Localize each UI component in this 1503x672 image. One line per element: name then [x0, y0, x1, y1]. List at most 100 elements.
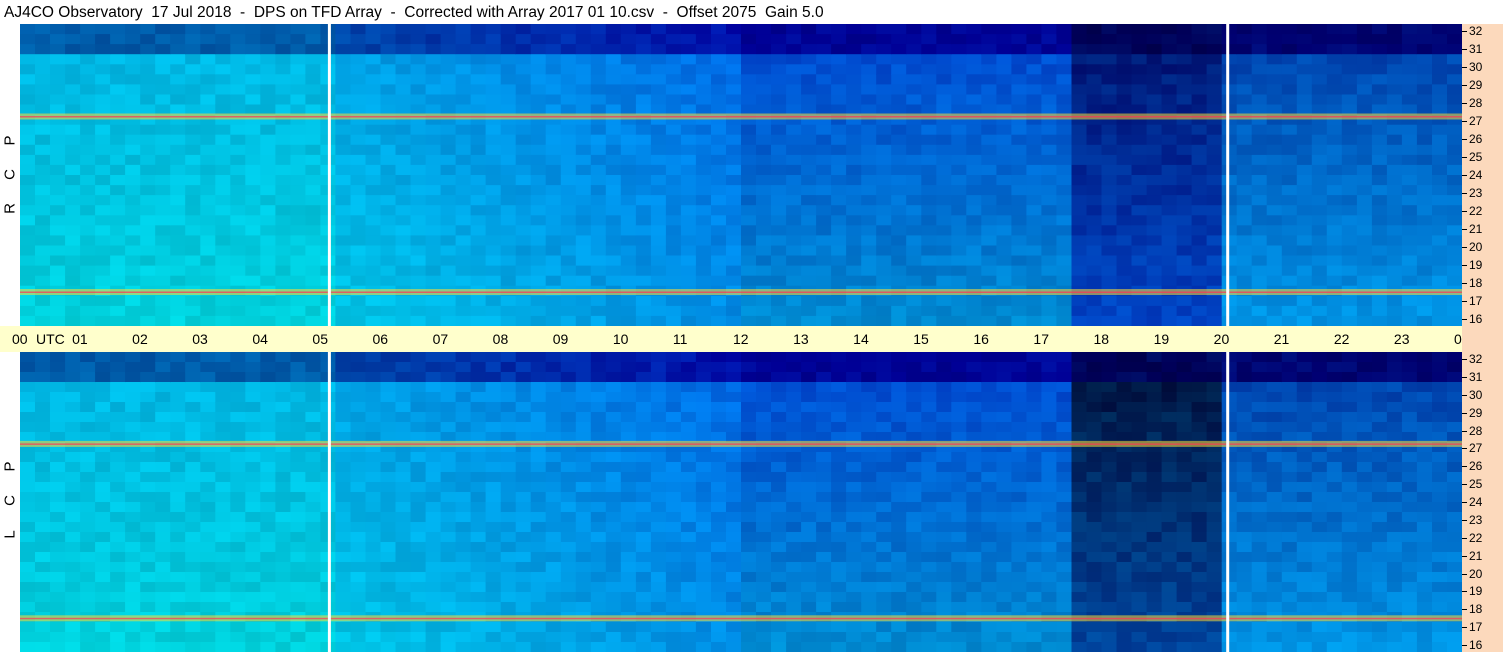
heatmap-cell	[575, 402, 592, 413]
heatmap-cell	[185, 452, 201, 463]
heatmap-cell	[650, 472, 667, 483]
heatmap-cell	[350, 265, 367, 277]
heatmap-cell	[500, 235, 517, 247]
heatmap-cell	[1447, 24, 1462, 35]
heatmap-cell	[425, 362, 442, 373]
heatmap-cell	[395, 392, 412, 403]
heatmap-cell	[35, 255, 51, 267]
heatmap-cell	[816, 245, 832, 257]
heatmap-cell	[200, 315, 216, 326]
heatmap-cell	[1447, 215, 1462, 226]
heatmap-cell	[1101, 154, 1118, 166]
heatmap-cell	[140, 275, 156, 287]
heatmap-cell	[290, 622, 306, 633]
heatmap-cell	[936, 592, 952, 603]
heatmap-cell	[50, 205, 66, 216]
heatmap-cell	[891, 185, 907, 196]
heatmap-cell	[560, 134, 577, 146]
heatmap-cell	[680, 275, 697, 287]
heatmap-cell	[80, 64, 96, 75]
heatmap-cell	[695, 382, 712, 393]
heatmap-cell	[620, 265, 637, 277]
heatmap-cell	[816, 265, 832, 277]
heatmap-cell	[155, 154, 171, 166]
heatmap-cell	[816, 482, 832, 493]
heatmap-cell	[1236, 74, 1253, 85]
heatmap-cell	[1251, 94, 1268, 106]
heatmap-cell	[95, 562, 111, 573]
heatmap-cell	[440, 255, 457, 267]
heatmap-cell	[140, 84, 156, 96]
heatmap-cell	[665, 492, 682, 503]
heatmap-cell	[155, 275, 171, 287]
heatmap-cell	[861, 462, 877, 473]
heatmap-cell	[1236, 134, 1253, 146]
heatmap-cell	[711, 24, 727, 35]
heatmap-cell	[545, 195, 562, 206]
heatmap-cell	[275, 154, 291, 166]
heatmap-cell	[1146, 195, 1163, 206]
heatmap-cell	[1056, 195, 1072, 206]
heatmap-cell	[665, 462, 682, 473]
heatmap-cell	[245, 642, 261, 652]
heatmap-cell	[410, 295, 427, 307]
heatmap-cell	[305, 502, 321, 513]
heatmap-cell	[440, 24, 457, 35]
heatmap-cell	[1281, 295, 1298, 307]
heatmap-cell	[395, 215, 412, 226]
heatmap-cell	[575, 472, 592, 483]
heatmap-cell	[65, 642, 81, 652]
heatmap-cell	[771, 382, 787, 393]
heatmap-cell	[801, 164, 817, 176]
heatmap-cell	[680, 602, 697, 613]
heatmap-cell	[831, 362, 847, 373]
heatmap-cell	[35, 295, 51, 307]
heatmap-cell	[966, 462, 982, 473]
heatmap-cell	[1251, 245, 1268, 257]
heatmap-cell	[185, 185, 201, 196]
heatmap-cell	[1131, 175, 1148, 186]
heatmap-cell	[1416, 195, 1433, 206]
heatmap-cell	[1221, 185, 1238, 196]
heatmap-cell	[365, 44, 382, 55]
heatmap-cell	[365, 74, 382, 85]
heatmap-cell	[590, 235, 607, 247]
heatmap-cell	[1356, 154, 1373, 166]
heatmap-cell	[515, 255, 532, 267]
heatmap-cell	[380, 44, 397, 55]
heatmap-cell	[485, 154, 502, 166]
heatmap-cell	[545, 552, 562, 563]
heatmap-cell	[831, 392, 847, 403]
heatmap-cell	[305, 84, 321, 96]
heatmap-cell	[545, 54, 562, 65]
heatmap-cell	[560, 452, 577, 463]
heatmap-cell	[470, 275, 487, 287]
heatmap-cell	[95, 482, 111, 493]
heatmap-cell	[741, 352, 757, 363]
heatmap-cell	[65, 572, 81, 583]
heatmap-cell	[500, 482, 517, 493]
heatmap-cell	[350, 245, 367, 257]
heatmap-cell	[1011, 225, 1027, 236]
heatmap-cell	[1056, 205, 1072, 216]
heatmap-cell	[125, 235, 141, 247]
heatmap-cell	[1056, 144, 1072, 156]
heatmap-cell	[816, 215, 832, 226]
heatmap-cell	[951, 412, 967, 423]
heatmap-cell	[1296, 34, 1313, 45]
heatmap-cell	[530, 205, 547, 216]
heatmap-cell	[846, 205, 862, 216]
heatmap-cell	[410, 235, 427, 247]
heatmap-cell	[305, 572, 321, 583]
heatmap-cell	[155, 552, 171, 563]
heatmap-cell	[440, 362, 457, 373]
heatmap-cell	[290, 562, 306, 573]
heatmap-cell	[1251, 185, 1268, 196]
heatmap-cell	[786, 24, 802, 35]
heatmap-cell	[260, 642, 276, 652]
heatmap-cell	[1041, 144, 1057, 156]
heatmap-cell	[1041, 632, 1057, 643]
heatmap-cell	[936, 235, 952, 247]
heatmap-cell	[1056, 352, 1072, 363]
heatmap-cell	[515, 144, 532, 156]
